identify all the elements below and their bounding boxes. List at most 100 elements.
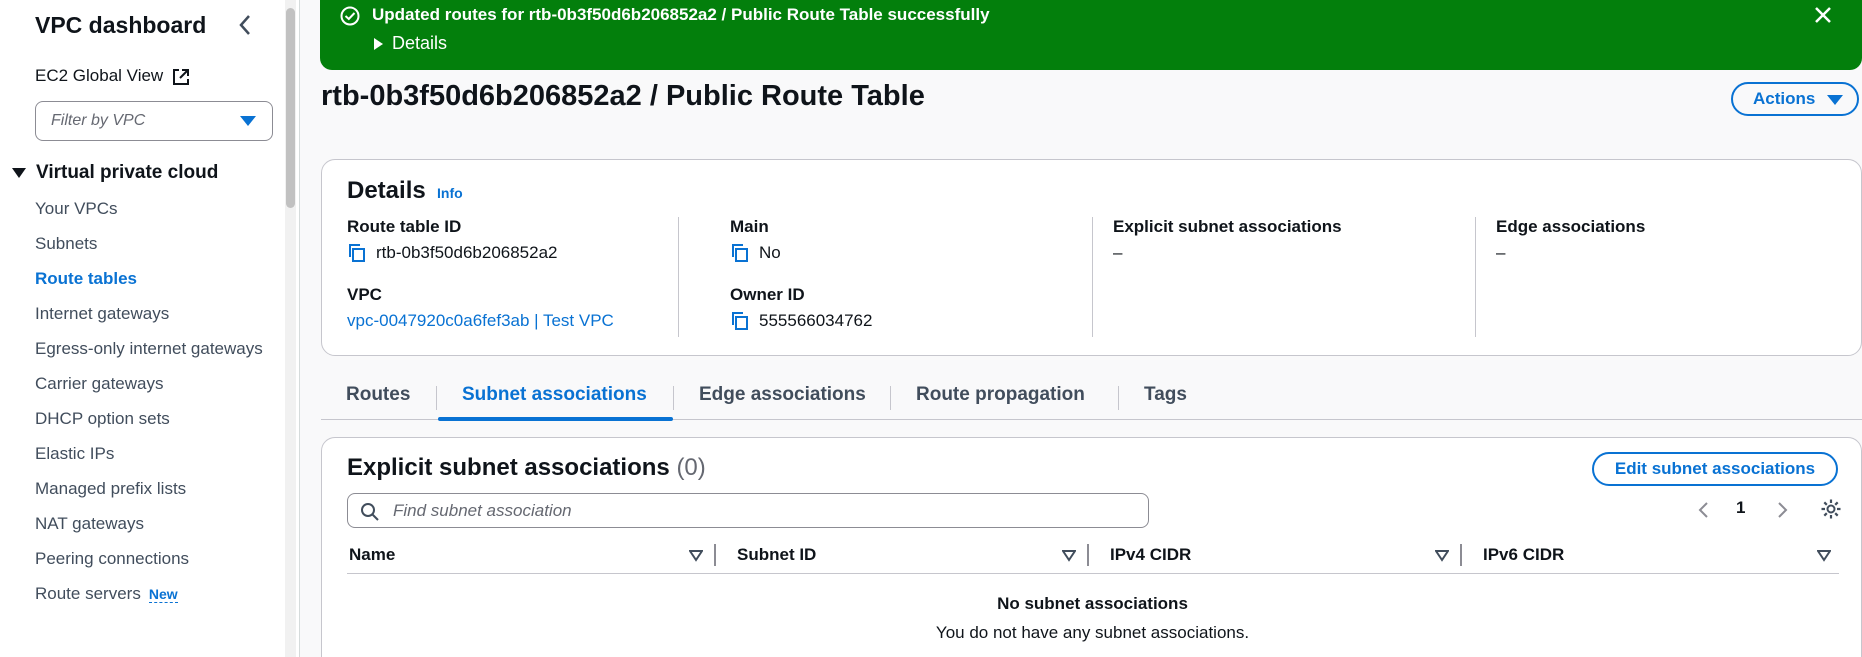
caret-down-icon (240, 116, 256, 126)
details-panel: Details Info Route table ID rtb-0b3f50d6… (321, 159, 1862, 356)
sidebar-item-subnets[interactable]: Subnets (35, 231, 265, 256)
sidebar-item-egress-only-internet-gateways[interactable]: Egress-only internet gateways (35, 336, 265, 361)
sidebar-item-peering-connections[interactable]: Peering connections (35, 546, 265, 571)
chevron-right-icon[interactable] (1772, 500, 1792, 520)
page-number[interactable]: 1 (1736, 498, 1745, 518)
search-placeholder: Find subnet association (393, 501, 572, 520)
association-count: (0) (676, 454, 706, 481)
actions-label: Actions (1753, 89, 1816, 108)
main-value: No (730, 243, 872, 263)
column-resizer[interactable] (1087, 544, 1089, 566)
details-column-1: Route table ID rtb-0b3f50d6b206852a2 VPC… (347, 217, 614, 353)
sort-icon[interactable] (1435, 548, 1449, 562)
page-title: rtb-0b3f50d6b206852a2 / Public Route Tab… (321, 80, 925, 112)
table-header: Name Subnet ID IPv4 CIDR IPv6 CIDR (347, 538, 1839, 574)
filter-by-vpc-select[interactable]: Filter by VPC (35, 101, 273, 141)
caret-down-icon (12, 167, 26, 178)
route-table-id-text: rtb-0b3f50d6b206852a2 (376, 243, 558, 262)
sidebar-item-elastic-ips[interactable]: Elastic IPs (35, 441, 265, 466)
sidebar-item-carrier-gateways[interactable]: Carrier gateways (35, 371, 265, 396)
copy-icon[interactable] (347, 243, 367, 263)
active-tab-indicator (438, 417, 673, 421)
edit-subnet-associations-button[interactable]: Edit subnet associations (1592, 452, 1838, 486)
empty-state-description: You do not have any subnet associations. (935, 623, 1250, 642)
sidebar-item-your-vpcs[interactable]: Your VPCs (35, 196, 265, 221)
tab-routes[interactable]: Routes (321, 384, 435, 406)
success-flash-banner: Updated routes for rtb-0b3f50d6b206852a2… (320, 0, 1862, 70)
search-icon (361, 503, 379, 521)
sort-icon[interactable] (689, 548, 703, 562)
column-header-name[interactable]: Name (349, 545, 395, 565)
sidebar-item-route-servers[interactable]: Route servers New (35, 581, 265, 607)
sidebar-item-route-tables[interactable]: Route tables (35, 266, 265, 291)
column-header-ipv4-cidr[interactable]: IPv4 CIDR (1110, 545, 1191, 565)
tab-route-propagation[interactable]: Route propagation (891, 384, 1110, 406)
column-resizer[interactable] (714, 544, 716, 566)
success-check-icon (340, 6, 360, 26)
chevron-left-icon[interactable] (234, 12, 258, 38)
details-column-3: Explicit subnet associations – (1113, 217, 1342, 285)
new-badge: New (148, 586, 178, 603)
main-label: Main (730, 217, 769, 236)
actions-button[interactable]: Actions (1731, 82, 1859, 116)
section-label: Virtual private cloud (36, 162, 219, 183)
external-link-icon (173, 69, 189, 85)
copy-icon[interactable] (730, 243, 750, 263)
owner-id-label: Owner ID (730, 285, 805, 304)
flash-details-label: Details (392, 33, 448, 53)
caret-right-icon (374, 38, 383, 51)
info-link[interactable]: Info (437, 185, 463, 201)
edge-associations-label: Edge associations (1496, 217, 1646, 236)
pagination: 1 (1692, 495, 1832, 525)
ec2-global-view-link[interactable]: EC2 Global View (35, 66, 163, 86)
main-text: No (759, 243, 781, 262)
details-column-4: Edge associations – (1496, 217, 1645, 285)
empty-state-title: No subnet associations (997, 594, 1188, 613)
close-icon[interactable] (1812, 4, 1834, 26)
search-input[interactable]: Find subnet association (347, 493, 1149, 528)
subnet-associations-panel: Explicit subnet associations (0) Edit su… (321, 437, 1862, 657)
vpc-link[interactable]: vpc-0047920c0a6fef3ab | Test VPC (347, 311, 614, 331)
tab-edge-associations[interactable]: Edge associations (674, 384, 891, 406)
chevron-left-icon[interactable] (1694, 500, 1714, 520)
owner-id-text: 555566034762 (759, 311, 873, 330)
sidebar-item-label: Route servers (35, 584, 141, 603)
sidebar-item-dhcp-option-sets[interactable]: DHCP option sets (35, 406, 265, 431)
column-divider (678, 217, 679, 337)
flash-message: Updated routes for rtb-0b3f50d6b206852a2… (372, 5, 990, 24)
caret-down-icon (1827, 95, 1843, 105)
sort-icon[interactable] (1817, 548, 1831, 562)
column-divider (1092, 217, 1093, 337)
owner-id-value: 555566034762 (730, 311, 872, 331)
explicit-subnet-associations-label: Explicit subnet associations (1113, 217, 1342, 236)
sidebar-title: VPC dashboard (35, 12, 207, 38)
sidebar-scrollbar-thumb[interactable] (286, 8, 295, 208)
subnet-associations-heading: Explicit subnet associations (0) (347, 454, 706, 482)
tab-bar: Routes Subnet associations Edge associat… (321, 378, 1862, 421)
details-column-2: Main No Owner ID 555566034762 (730, 217, 872, 353)
sidebar: VPC dashboard EC2 Global View Filter by … (0, 0, 300, 657)
heading-text: Explicit subnet associations (347, 454, 670, 481)
sidebar-item-managed-prefix-lists[interactable]: Managed prefix lists (35, 476, 265, 501)
column-divider (1475, 217, 1476, 337)
sort-icon[interactable] (1062, 548, 1076, 562)
vpc-label: VPC (347, 285, 382, 304)
sidebar-nav: Your VPCs Subnets Route tables Internet … (35, 196, 265, 617)
tab-tags[interactable]: Tags (1119, 384, 1212, 406)
column-header-ipv6-cidr[interactable]: IPv6 CIDR (1483, 545, 1564, 565)
section-virtual-private-cloud[interactable]: Virtual private cloud (12, 162, 218, 184)
gear-icon[interactable] (1820, 498, 1842, 520)
column-header-subnet-id[interactable]: Subnet ID (737, 545, 816, 565)
route-table-id-label: Route table ID (347, 217, 462, 236)
sidebar-item-nat-gateways[interactable]: NAT gateways (35, 511, 265, 536)
tab-subnet-associations[interactable]: Subnet associations (437, 384, 672, 406)
explicit-subnet-associations-value: – (1113, 243, 1123, 262)
flash-details-toggle[interactable]: Details (374, 33, 447, 54)
filter-placeholder: Filter by VPC (51, 112, 146, 129)
sidebar-item-internet-gateways[interactable]: Internet gateways (35, 301, 265, 326)
column-resizer[interactable] (1460, 544, 1462, 566)
copy-icon[interactable] (730, 311, 750, 331)
details-heading: Details (347, 177, 426, 204)
route-table-id-value: rtb-0b3f50d6b206852a2 (347, 243, 614, 263)
edge-associations-value: – (1496, 243, 1506, 262)
